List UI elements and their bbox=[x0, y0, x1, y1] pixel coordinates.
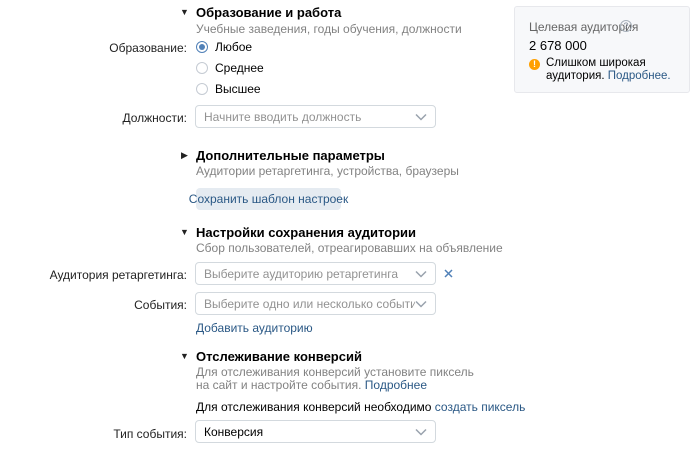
retargeting-select[interactable]: Выберите аудиторию ретаргетинга bbox=[195, 262, 436, 285]
audience-save-section-title[interactable]: Настройки сохранения аудитории bbox=[196, 225, 416, 240]
chevron-down-icon bbox=[415, 113, 427, 121]
education-option-label: Среднее bbox=[215, 61, 264, 75]
collapse-caret-icon[interactable]: ▼ bbox=[180, 351, 189, 361]
pixel-notice: Для отслеживания конверсий необходимо со… bbox=[196, 400, 525, 414]
radio-icon[interactable] bbox=[196, 83, 208, 95]
events-label: События: bbox=[134, 298, 187, 312]
radio-selected-icon[interactable] bbox=[196, 41, 208, 53]
event-type-label: Тип события: bbox=[113, 427, 187, 441]
collapse-caret-icon[interactable]: ▼ bbox=[180, 227, 189, 237]
audience-save-section-subtitle: Сбор пользователей, отреагировавших на о… bbox=[196, 241, 503, 255]
extra-section-subtitle: Аудитории ретаргетинга, устройства, брау… bbox=[196, 164, 459, 178]
conversion-desc-line1: Для отслеживания конверсий установите пи… bbox=[196, 365, 474, 379]
close-icon[interactable] bbox=[444, 269, 453, 278]
events-placeholder: Выберите одно или несколько событий bbox=[204, 296, 415, 311]
add-audience-link[interactable]: Добавить аудиторию bbox=[196, 321, 313, 335]
conversion-section-title[interactable]: Отслеживание конверсий bbox=[196, 349, 362, 364]
warning-more-link[interactable]: Подробнее. bbox=[608, 70, 671, 82]
education-option-secondary[interactable]: Среднее bbox=[196, 60, 264, 76]
education-section-title[interactable]: Образование и работа bbox=[196, 5, 341, 20]
event-type-select[interactable]: Конверсия bbox=[195, 420, 436, 443]
positions-label: Должности: bbox=[122, 111, 187, 125]
education-option-any[interactable]: Любое bbox=[196, 39, 252, 55]
target-audience-card: Целевая аудитория ? 2 678 000 ! Слишком … bbox=[514, 6, 690, 93]
create-pixel-link[interactable]: создать пиксель bbox=[435, 400, 526, 414]
conversion-desc-line2: на сайт и настройте события. Подробнее bbox=[196, 378, 427, 392]
warning-icon: ! bbox=[529, 59, 540, 70]
chevron-down-icon bbox=[415, 270, 427, 278]
education-section-subtitle: Учебные заведения, годы обучения, должно… bbox=[196, 22, 462, 36]
conversion-more-link[interactable]: Подробнее bbox=[365, 378, 427, 392]
positions-select[interactable]: Начните вводить должность bbox=[195, 105, 436, 128]
extra-section-title[interactable]: Дополнительные параметры bbox=[196, 148, 385, 163]
education-option-label: Высшее bbox=[215, 82, 261, 96]
event-type-value: Конверсия bbox=[204, 424, 264, 439]
chevron-down-icon bbox=[415, 428, 427, 436]
collapse-caret-icon[interactable]: ▼ bbox=[180, 7, 189, 17]
expand-caret-icon[interactable]: ▶ bbox=[181, 150, 188, 161]
retargeting-label: Аудитория ретаргетинга: bbox=[49, 268, 187, 282]
conversion-desc-text: на сайт и настройте события. bbox=[196, 378, 362, 392]
help-icon[interactable]: ? bbox=[620, 20, 632, 32]
save-template-button[interactable]: Сохранить шаблон настроек bbox=[189, 188, 348, 210]
retargeting-placeholder: Выберите аудиторию ретаргетинга bbox=[204, 266, 399, 281]
events-select[interactable]: Выберите одно или несколько событий bbox=[195, 292, 436, 315]
education-label: Образование: bbox=[109, 41, 187, 55]
chevron-down-icon bbox=[415, 300, 427, 308]
warning-text-line1: Слишком широкая bbox=[546, 57, 646, 69]
warning-text-line2: аудитория. bbox=[546, 70, 605, 82]
radio-icon[interactable] bbox=[196, 62, 208, 74]
education-option-label: Любое bbox=[215, 40, 253, 54]
education-option-higher[interactable]: Высшее bbox=[196, 81, 261, 97]
pixel-notice-text: Для отслеживания конверсий необходимо bbox=[196, 400, 432, 414]
positions-placeholder: Начните вводить должность bbox=[204, 109, 362, 124]
audience-warning: Слишком широкая аудитория. Подробнее. bbox=[546, 57, 671, 83]
audience-count: 2 678 000 bbox=[529, 38, 587, 53]
